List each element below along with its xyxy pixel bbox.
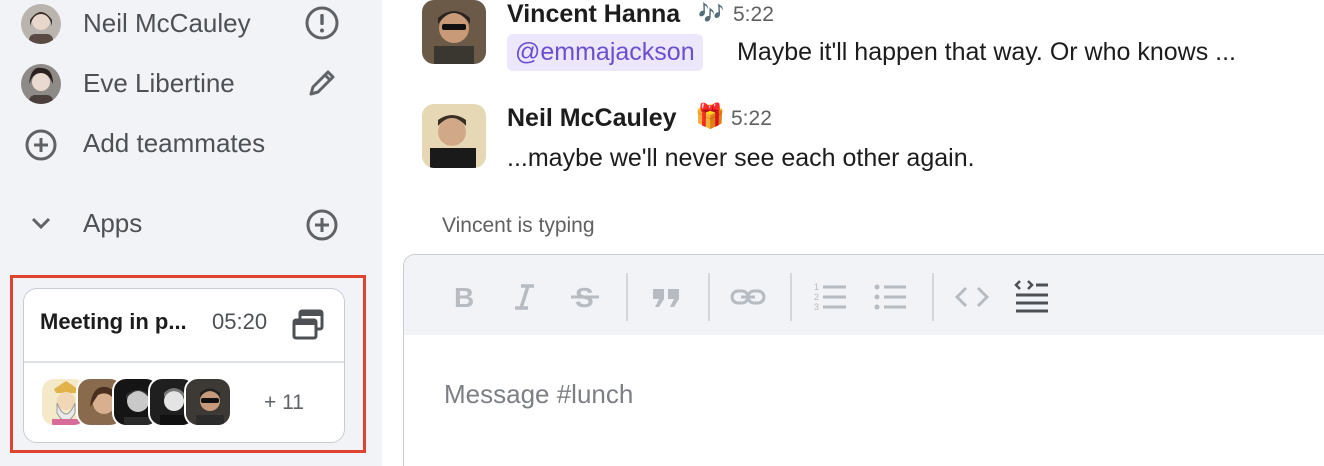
message-author[interactable]: Vincent Hanna [507, 0, 680, 29]
status-emoji: 🎶 [698, 2, 725, 25]
svg-text:1: 1 [814, 282, 819, 292]
typing-indicator: Vincent is typing [442, 214, 595, 237]
user-mention[interactable]: @emmajackson [507, 34, 703, 71]
message-avatar[interactable] [422, 104, 486, 168]
divider [24, 361, 344, 363]
meeting-card-highlight: Meeting in p... 05:20 + 11 [10, 275, 366, 453]
bold-icon[interactable]: B [444, 277, 484, 317]
message-text: ...maybe we'll never see each other agai… [507, 144, 975, 172]
meeting-card[interactable]: Meeting in p... 05:20 + 11 [23, 288, 345, 443]
svg-text:3: 3 [814, 302, 819, 312]
code-icon[interactable] [952, 277, 992, 317]
toolbar-separator [626, 273, 628, 321]
sidebar-member-label: Eve Libertine [83, 68, 235, 98]
alert-circle-icon [303, 4, 341, 42]
link-icon[interactable] [728, 277, 768, 317]
add-teammates-button[interactable]: Add teammates [0, 116, 382, 172]
message-composer[interactable]: B S 123 Message #lunch [403, 254, 1324, 466]
app-window: Neil McCauley Eve Libertine Add teammate… [0, 0, 1324, 466]
sidebar-member-eve[interactable]: Eve Libertine [0, 56, 382, 112]
popout-window-icon[interactable] [290, 307, 326, 343]
quote-icon[interactable] [646, 277, 686, 317]
status-emoji: 🎁 [695, 103, 725, 130]
add-teammates-label: Add teammates [83, 128, 266, 158]
strikethrough-icon[interactable]: S [565, 277, 605, 317]
bullet-list-icon[interactable] [870, 277, 910, 317]
message-time[interactable]: 5:22 [731, 107, 772, 131]
more-participants-count: + 11 [264, 391, 304, 414]
message-text: Maybe it'll happen that way. Or who know… [737, 38, 1236, 66]
svg-text:B: B [454, 282, 474, 313]
message-input[interactable]: Message #lunch [444, 379, 633, 410]
message-author[interactable]: Neil McCauley [507, 104, 677, 133]
avatar [184, 377, 232, 427]
message-time[interactable]: 5:22 [733, 3, 774, 27]
meeting-time: 05:20 [212, 309, 268, 334]
toolbar-separator [790, 273, 792, 321]
italic-icon[interactable] [504, 277, 544, 317]
toolbar-separator [708, 273, 710, 321]
formatting-toolbar: B S 123 [404, 255, 1324, 335]
pencil-icon[interactable] [303, 64, 341, 102]
message-avatar[interactable] [422, 0, 486, 64]
sidebar-member-label: Neil McCauley [83, 8, 251, 38]
plus-circle-icon [22, 126, 60, 164]
chevron-down-icon[interactable] [26, 208, 56, 238]
numbered-list-icon[interactable]: 123 [810, 277, 850, 317]
code-block-icon[interactable] [1012, 277, 1052, 317]
apps-section-label: Apps [83, 208, 143, 238]
avatar [21, 4, 61, 44]
apps-section-header[interactable]: Apps [0, 196, 382, 252]
avatar [21, 64, 61, 104]
sidebar-member-neil[interactable]: Neil McCauley [0, 0, 382, 52]
sidebar: Neil McCauley Eve Libertine Add teammate… [0, 0, 382, 466]
add-app-icon[interactable] [303, 206, 341, 244]
svg-text:2: 2 [814, 292, 819, 302]
meeting-title: Meeting in p... [40, 309, 187, 334]
toolbar-separator [932, 273, 934, 321]
